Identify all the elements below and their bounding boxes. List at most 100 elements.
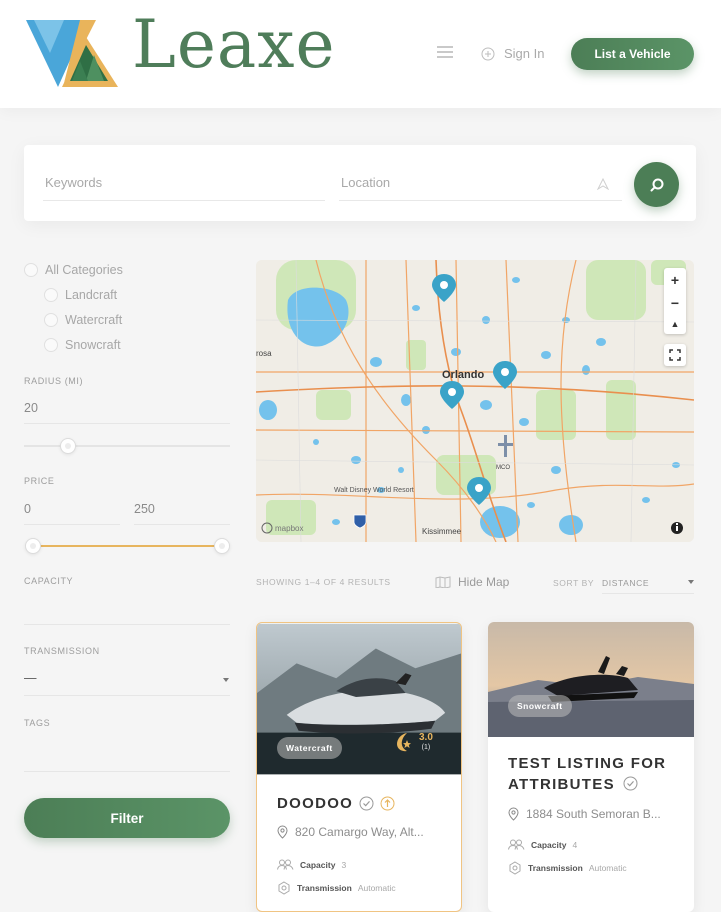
- map-label-airport: MCO: [496, 465, 510, 471]
- zoom-in-icon[interactable]: +: [671, 273, 679, 287]
- keywords-input[interactable]: [43, 165, 325, 201]
- sort-select[interactable]: Distance: [602, 578, 649, 588]
- search-button[interactable]: [634, 162, 679, 207]
- category-label: Snowcraft: [65, 338, 121, 352]
- map-zoom-controls: + − ▲: [664, 268, 686, 334]
- listing-address: 1884 South Semoran B...: [508, 807, 661, 821]
- mapbox-attribution: mapbox: [275, 524, 303, 533]
- rating-value: 3.0: [419, 732, 433, 743]
- list-vehicle-button[interactable]: List a Vehicle: [571, 38, 694, 70]
- radius-slider-handle[interactable]: [60, 438, 76, 454]
- listing-title-text: DOODOO: [277, 795, 354, 812]
- verified-icon: [359, 796, 374, 811]
- compass-icon[interactable]: ▲: [671, 319, 680, 329]
- listing-title[interactable]: TEST LISTING FOR ATTRIBUTES: [508, 753, 683, 795]
- price-max-underline: [134, 524, 230, 525]
- radio-icon[interactable]: [24, 263, 38, 277]
- category-label: Landcraft: [65, 288, 118, 302]
- category-badge: Watercraft: [277, 737, 342, 759]
- capacity-value: 4: [572, 839, 578, 850]
- transmission-label: Transmission: [528, 863, 583, 873]
- sign-in-link[interactable]: Sign In: [481, 46, 544, 61]
- capacity-attribute: Capacity 4: [508, 839, 577, 850]
- category-badge: Snowcraft: [508, 695, 572, 717]
- map-canvas[interactable]: Orlando Kissimmee rosa MCO Walt Disney W…: [256, 260, 694, 542]
- search-bar: [24, 145, 696, 221]
- transmission-value: Automatic: [588, 863, 627, 873]
- radius-underline: [24, 423, 230, 424]
- radio-icon[interactable]: [44, 338, 58, 352]
- location-pin-icon: [508, 807, 519, 821]
- radius-value[interactable]: 20: [24, 401, 38, 415]
- category-watercraft[interactable]: Watercraft: [44, 313, 122, 327]
- fullscreen-button[interactable]: [664, 344, 686, 366]
- review-count: (1): [421, 744, 431, 751]
- transmission-select-value[interactable]: —: [24, 671, 37, 685]
- verified-icon: [623, 776, 638, 791]
- radius-label: Radius (mi): [24, 376, 84, 386]
- price-min-value[interactable]: 0: [24, 502, 31, 516]
- logo-icon[interactable]: [24, 17, 120, 89]
- site-header: Leaxe Sign In List a Vehicle: [0, 0, 721, 108]
- capacity-attribute: Capacity 3: [277, 859, 346, 870]
- users-icon: [277, 859, 294, 870]
- boost-icon: [380, 796, 395, 811]
- price-max-value[interactable]: 250: [134, 502, 155, 516]
- listing-image[interactable]: [488, 622, 694, 737]
- transmission-attribute: Transmission Automatic: [508, 861, 627, 875]
- zoom-out-icon[interactable]: −: [671, 296, 679, 310]
- listing-title[interactable]: DOODOO: [277, 793, 395, 814]
- category-all[interactable]: All Categories: [24, 263, 123, 277]
- capacity-label: Capacity: [24, 576, 74, 586]
- transmission-label: Transmission: [297, 883, 352, 893]
- fullscreen-icon: [669, 349, 681, 361]
- rating: 3.0 (1): [395, 731, 433, 753]
- capacity-label: Capacity: [300, 859, 336, 870]
- radio-icon[interactable]: [44, 288, 58, 302]
- address-text: 1884 South Semoran B...: [526, 807, 661, 821]
- radius-slider-track[interactable]: [24, 445, 230, 447]
- location-arrow-icon[interactable]: [597, 178, 609, 190]
- category-snowcraft[interactable]: Snowcraft: [44, 338, 121, 352]
- chevron-down-icon[interactable]: [688, 580, 694, 584]
- menu-icon[interactable]: [437, 46, 453, 60]
- sort-label: Sort by: [553, 578, 595, 588]
- sign-in-label: Sign In: [504, 46, 545, 61]
- users-icon: [508, 839, 525, 850]
- filter-button[interactable]: Filter: [24, 798, 230, 838]
- price-min-underline: [24, 524, 120, 525]
- price-slider-range[interactable]: [32, 545, 222, 547]
- results-map[interactable]: Orlando Kissimmee rosa MCO Walt Disney W…: [256, 260, 694, 542]
- map-label-disney: Walt Disney World Resort: [334, 487, 414, 494]
- info-icon[interactable]: [671, 522, 683, 534]
- capacity-input[interactable]: [24, 624, 230, 625]
- address-text: 820 Camargo Way, Alt...: [295, 825, 424, 839]
- listing-title-text: TEST LISTING FOR ATTRIBUTES: [508, 755, 667, 793]
- tags-label: Tags: [24, 718, 51, 728]
- capacity-label: Capacity: [531, 839, 567, 850]
- location-pin-icon: [277, 825, 288, 839]
- listing-address: 820 Camargo Way, Alt...: [277, 825, 424, 839]
- sort-underline: [602, 593, 694, 594]
- category-landcraft[interactable]: Landcraft: [44, 288, 117, 302]
- map-icon: [435, 576, 451, 588]
- price-slider-min-handle[interactable]: [25, 538, 41, 554]
- category-label: Watercraft: [65, 313, 123, 327]
- map-label-west: rosa: [256, 349, 272, 358]
- gear-icon: [278, 881, 290, 895]
- category-label: All Categories: [45, 263, 123, 277]
- chevron-down-icon[interactable]: [223, 678, 229, 682]
- transmission-label: Transmission: [24, 646, 100, 656]
- price-slider-max-handle[interactable]: [214, 538, 230, 554]
- star-moon-icon: [397, 733, 411, 752]
- transmission-select[interactable]: [24, 695, 230, 696]
- radio-icon[interactable]: [44, 313, 58, 327]
- tags-input[interactable]: [24, 771, 230, 772]
- location-input[interactable]: [339, 165, 622, 201]
- listing-card[interactable]: Watercraft 3.0 (1) DOODOO 820 Camargo Wa…: [256, 622, 462, 912]
- logo-wordmark[interactable]: Leaxe: [132, 6, 336, 83]
- hide-map-toggle[interactable]: Hide Map: [435, 575, 509, 589]
- listing-card[interactable]: Snowcraft TEST LISTING FOR ATTRIBUTES 18…: [488, 622, 694, 912]
- capacity-value: 3: [341, 859, 347, 870]
- price-label: Price: [24, 476, 55, 486]
